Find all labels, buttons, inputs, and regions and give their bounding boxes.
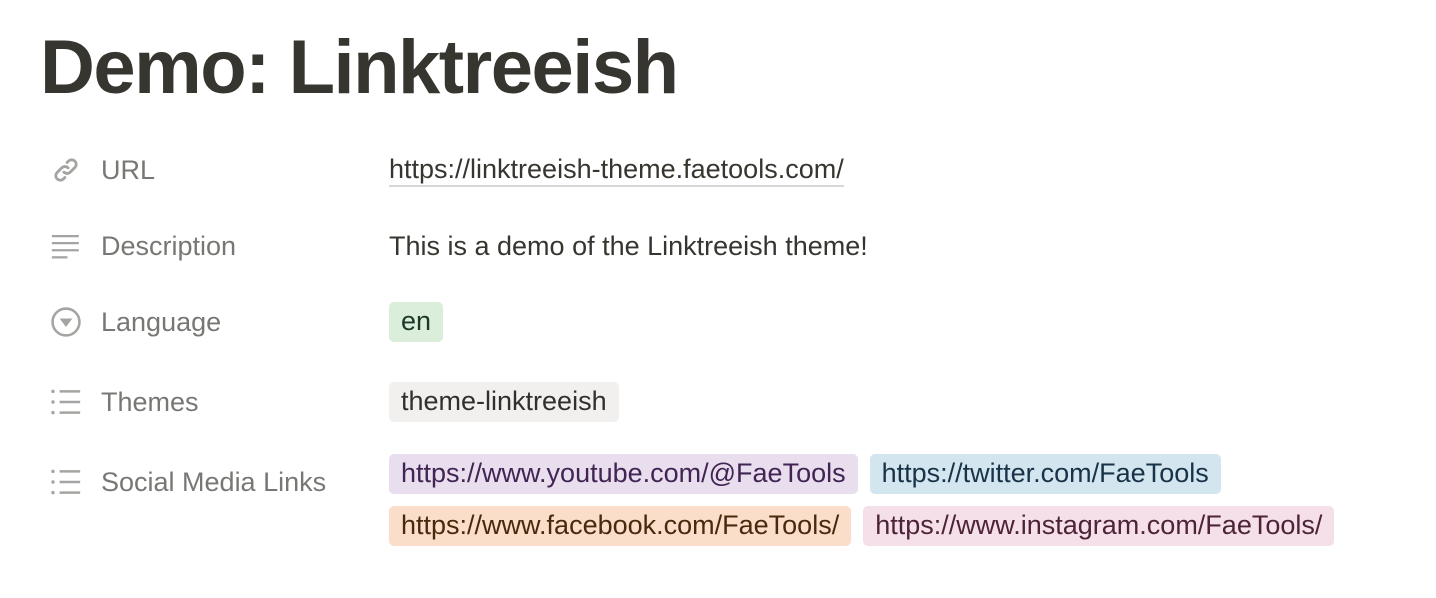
property-label: Language [101,306,222,337]
property-row-social-media-links: Social Media Links https://www.youtube.c… [40,452,1429,546]
select-circle-icon [49,305,83,339]
property-label: Social Media Links [101,466,327,497]
property-value-themes[interactable]: theme-linktreeish [389,372,631,432]
property-value-social-media-links[interactable]: https://www.youtube.com/@FaeTools https:… [389,452,1429,546]
property-value-description[interactable]: This is a demo of the Linktreeish theme! [389,216,868,276]
text-lines-icon [49,229,83,263]
social-link-tag-facebook[interactable]: https://www.facebook.com/FaeTools/ [389,506,852,546]
url-link[interactable]: https://linktreeish-theme.faetools.com/ [389,154,844,187]
description-text: This is a demo of the Linktreeish theme! [389,230,868,261]
property-name-themes[interactable]: Themes [40,372,389,432]
property-name-language[interactable]: Language [40,292,389,352]
property-row-themes: Themes theme-linktreeish [40,372,631,432]
theme-tag[interactable]: theme-linktreeish [389,382,619,422]
list-icon [49,465,83,499]
list-icon [49,385,83,419]
property-row-description: Description This is a demo of the Linktr… [40,216,868,276]
social-link-tag-youtube[interactable]: https://www.youtube.com/@FaeTools [389,454,858,494]
property-row-language: Language en [40,292,455,352]
language-tag[interactable]: en [389,302,444,342]
property-row-url: URL https://linktreeish-theme.faetools.c… [40,140,844,200]
property-name-social-media-links[interactable]: Social Media Links [40,452,389,512]
property-name-url[interactable]: URL [40,140,389,200]
social-link-tag-twitter[interactable]: https://twitter.com/FaeTools [869,454,1221,494]
page: Demo: Linktreeish URL https://linktreeis… [0,0,1436,598]
property-value-language[interactable]: en [389,292,455,352]
link-icon [49,153,83,187]
page-title[interactable]: Demo: Linktreeish [40,22,679,114]
property-label: URL [101,154,156,185]
property-name-description[interactable]: Description [40,216,389,276]
property-label: Themes [101,386,199,417]
property-label: Description [101,230,237,261]
property-value-url[interactable]: https://linktreeish-theme.faetools.com/ [389,140,844,200]
social-link-tag-instagram[interactable]: https://www.instagram.com/FaeTools/ [863,506,1335,546]
